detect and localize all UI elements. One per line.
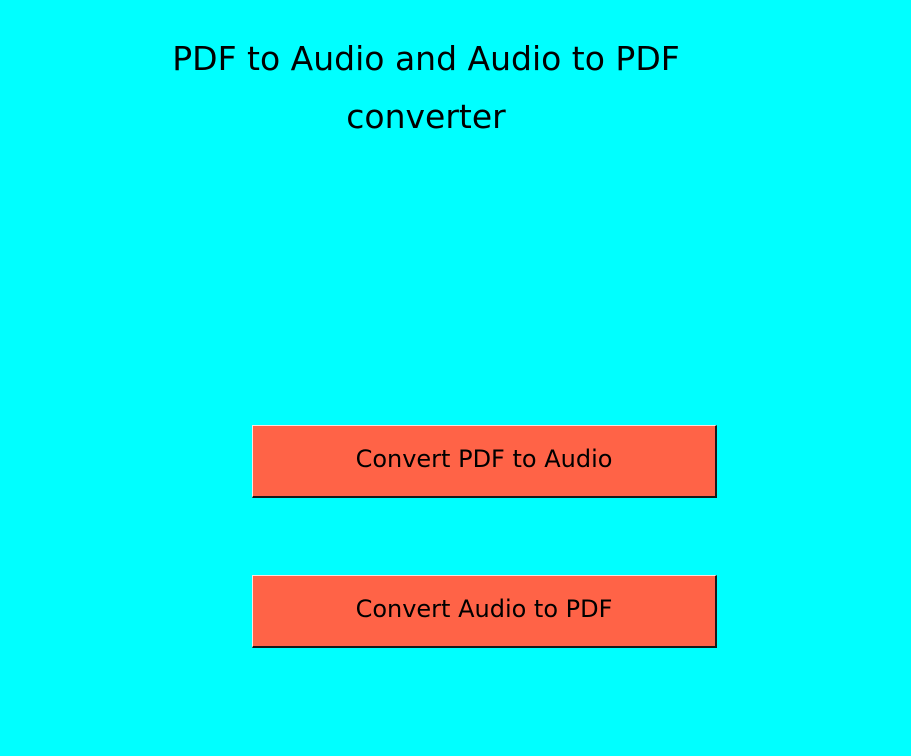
title-line-1: PDF to Audio and Audio to PDF [172, 39, 680, 78]
convert-audio-to-pdf-button[interactable]: Convert Audio to PDF [252, 575, 717, 648]
title-line-2: converter [346, 97, 506, 136]
convert-pdf-to-audio-button[interactable]: Convert PDF to Audio [252, 425, 717, 498]
app-window: PDF to Audio and Audio to PDF converter … [0, 0, 911, 756]
page-title: PDF to Audio and Audio to PDF converter [0, 30, 852, 146]
